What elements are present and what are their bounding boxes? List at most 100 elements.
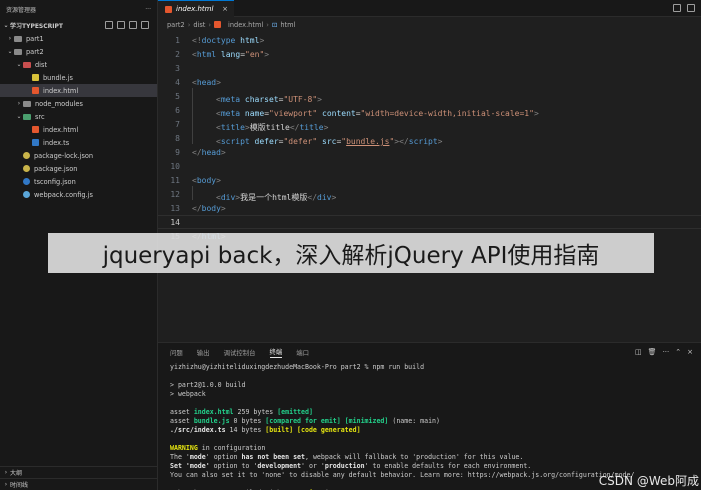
indent-guide	[192, 102, 216, 116]
trash-icon[interactable]: 🗑	[648, 348, 657, 356]
breadcrumb-item[interactable]: index.html	[228, 21, 263, 29]
tree-item[interactable]: package.json	[0, 162, 157, 175]
terminal-token: in configuration	[197, 444, 266, 452]
collapse-all-icon[interactable]	[141, 21, 149, 29]
close-icon[interactable]: ×	[687, 348, 693, 356]
new-folder-icon[interactable]	[117, 21, 125, 29]
tab-index-html[interactable]: index.html ×	[158, 0, 234, 17]
more-actions-icon[interactable]	[687, 4, 695, 12]
terminal-token: production	[324, 462, 365, 470]
tree-item-label: tsconfig.json	[34, 177, 76, 186]
code-text: <head>	[192, 78, 221, 87]
tree-item[interactable]: ⌄ src	[0, 110, 157, 123]
indent-guide	[192, 115, 216, 130]
terminal-token: ' option	[205, 453, 242, 461]
code-token: >	[220, 147, 226, 157]
line-number: 3	[175, 63, 180, 73]
terminal-token: asset	[170, 408, 194, 416]
code-line[interactable]: 13 </body>	[158, 201, 701, 215]
chevron-down-icon: ⌄	[3, 21, 9, 29]
code-line[interactable]: 4 <head>	[158, 75, 701, 89]
tree-item[interactable]: index.html	[0, 123, 157, 136]
panel-tab[interactable]: 问题	[170, 348, 183, 357]
code-token: </	[192, 147, 202, 157]
tree-item[interactable]: webpack.config.js	[0, 188, 157, 201]
maximize-icon[interactable]: ⌃	[675, 348, 681, 356]
terminal-line: > webpack	[170, 390, 695, 399]
more-actions-icon[interactable]: ···	[663, 348, 670, 356]
folder-icon	[14, 48, 22, 55]
webpack-file-icon	[23, 191, 30, 198]
tab-label: index.html	[176, 5, 214, 13]
terminal-line: asset bundle.js 0 bytes [compared for em…	[170, 417, 695, 426]
terminal-token: Set 'mode'	[170, 462, 210, 470]
tree-item-label: node_modules	[35, 99, 83, 108]
tree-item[interactable]: ⌄ dist	[0, 58, 157, 71]
tree-item[interactable]: index.ts	[0, 136, 157, 149]
terminal-output[interactable]: yizhizhu@yizhiteliduxingdezhudeMacBook-P…	[170, 363, 695, 490]
terminal-line: yizhizhu@yizhiteliduxingdezhudeMacBook-P…	[170, 363, 695, 372]
ts-file-icon	[32, 139, 39, 146]
more-actions-icon[interactable]: ···	[145, 6, 151, 13]
code-line[interactable]: 14	[158, 215, 701, 229]
breadcrumb-item[interactable]: html	[280, 21, 295, 29]
line-number: 1	[175, 35, 180, 45]
code-line[interactable]: 10	[158, 159, 701, 173]
code-line[interactable]: 9 </head>	[158, 145, 701, 159]
terminal-token: bundle.js	[193, 417, 230, 425]
tree-item[interactable]: tsconfig.json	[0, 175, 157, 188]
code-line[interactable]: 3	[158, 61, 701, 75]
tree-item[interactable]: package-lock.json	[0, 149, 157, 162]
code-line[interactable]: 12 <div>我是一个html模版</div>	[158, 185, 701, 202]
chevron-right-icon: ›	[8, 35, 12, 42]
terminal-line: Set 'mode' option to 'development' or 'p…	[170, 462, 695, 471]
breadcrumb-item[interactable]: dist	[193, 21, 205, 29]
code-token: >	[264, 49, 270, 59]
indent-guide	[192, 88, 216, 102]
line-number: 5	[175, 91, 180, 101]
code-token: "en"	[245, 49, 265, 59]
tree-item[interactable]: bundle.js	[0, 71, 157, 84]
tree-item[interactable]: › part1	[0, 32, 157, 45]
refresh-icon[interactable]	[129, 21, 137, 29]
chevron-down-icon: ⌄	[7, 48, 13, 55]
code-line[interactable]: 2 <html lang="en">	[158, 47, 701, 61]
code-line[interactable]: 1 <!doctype html>	[158, 33, 701, 47]
code-line[interactable]: 5 <meta charset="UTF-8">	[158, 88, 701, 104]
bottom-panel: 问题 输出 调试控制台 终端 端口 ◫ 🗑 ··· ⌃ × yizhizhu@yizhiteli…	[158, 342, 701, 490]
code-line[interactable]: 8 <script defer="defer" src="bundle.js"><…	[158, 130, 701, 146]
explorer-title: 资源管理器	[6, 6, 37, 14]
terminal-token: The '	[170, 453, 190, 461]
outline-panel[interactable]: › 大纲	[0, 466, 158, 478]
tree-item[interactable]: ⌄ part2	[0, 45, 157, 58]
split-editor-icon[interactable]	[673, 4, 681, 12]
line-number: 2	[175, 49, 180, 59]
terminal-token: > part2@1.0.0 build	[170, 381, 246, 389]
line-number: 6	[175, 105, 180, 115]
close-icon[interactable]: ×	[222, 5, 228, 13]
line-number: 13	[170, 203, 180, 213]
terminal-line: The 'mode' option has not been set, webp…	[170, 453, 695, 462]
workspace-title: 学习TYPESCRIPT	[10, 22, 64, 30]
symbol-icon: ⊡	[271, 20, 278, 29]
code-editor[interactable]: 1 <!doctype html> 2 <html lang="en"> 3 4 <head…	[158, 32, 701, 342]
folder-icon	[23, 100, 31, 107]
terminal-token: yizhizhu@yizhiteliduxingdezhudeMacBook-P…	[170, 363, 425, 371]
split-terminal-icon[interactable]: ◫	[635, 348, 642, 356]
new-file-icon[interactable]	[105, 21, 113, 29]
code-line[interactable]: 7 <title>模版title</title>	[158, 115, 701, 132]
panel-tab[interactable]: 调试控制台	[224, 348, 256, 357]
terminal-token: 14 bytes	[225, 426, 266, 434]
timeline-panel[interactable]: › 时间线	[0, 478, 158, 490]
tree-item[interactable]: › node_modules	[0, 97, 157, 110]
breadcrumb: part2 › dist › index.html › ⊡ html	[158, 17, 701, 32]
panel-tab[interactable]: 终端	[269, 347, 283, 358]
tree-item-label: bundle.js	[43, 73, 73, 82]
workspace-section[interactable]: ⌄ 学习TYPESCRIPT	[0, 18, 157, 32]
code-token: html	[235, 35, 260, 45]
panel-tab[interactable]: 输出	[197, 348, 210, 357]
tree-item[interactable]: index.html	[0, 84, 157, 97]
breadcrumb-item[interactable]: part2	[167, 21, 185, 29]
panel-tab[interactable]: 端口	[296, 348, 309, 357]
panel-actions: ◫ 🗑 ··· ⌃ ×	[635, 348, 693, 356]
